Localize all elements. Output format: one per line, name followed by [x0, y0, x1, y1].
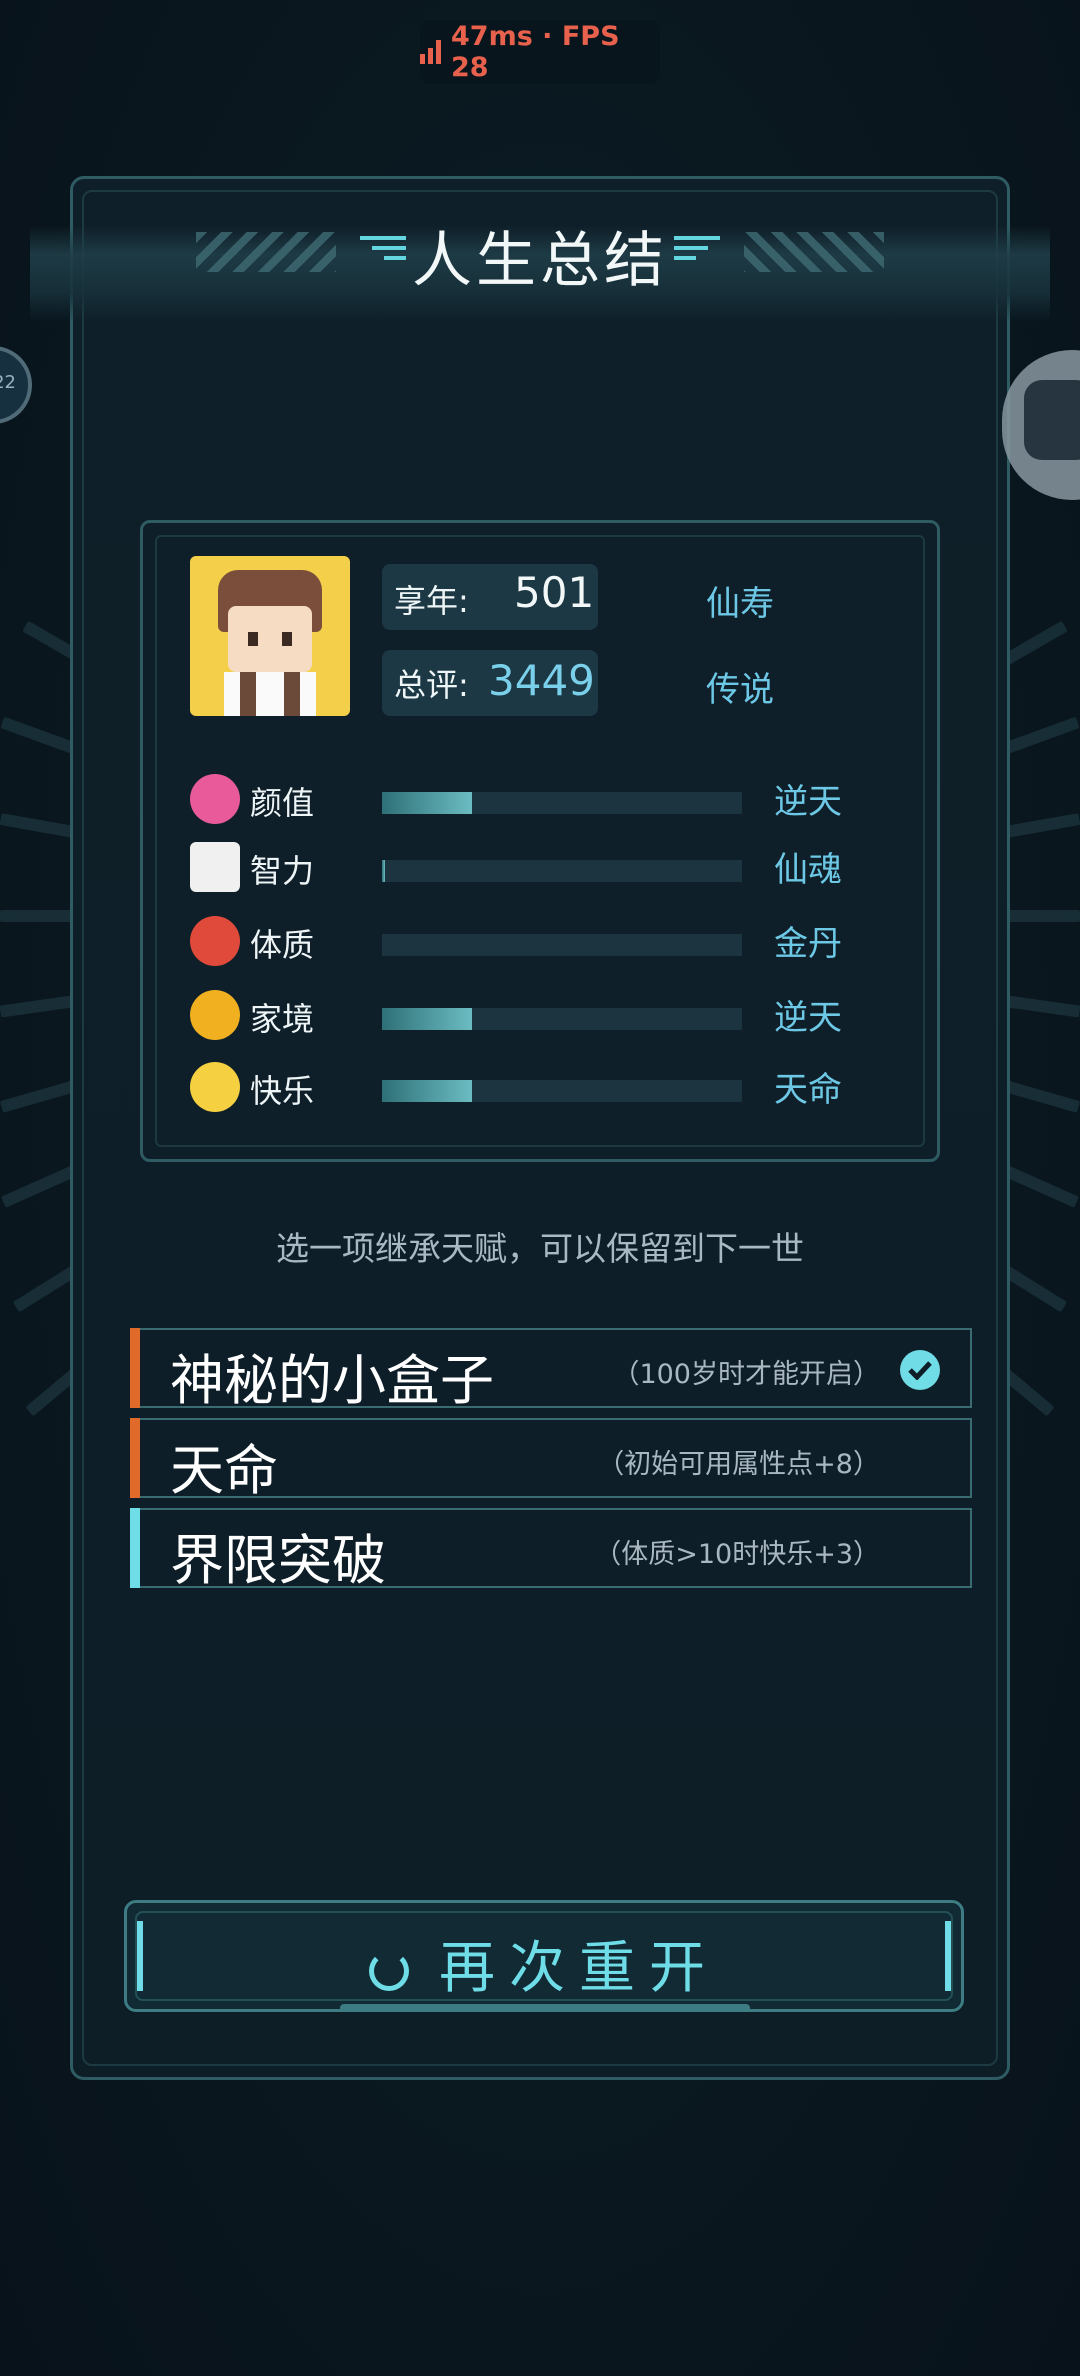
page-title: 人生总结 — [412, 226, 668, 296]
ray-decoration — [0, 1079, 81, 1113]
ray-decoration — [999, 1079, 1080, 1113]
attribute-bar — [382, 1008, 742, 1030]
restart-underline — [340, 2004, 750, 2012]
talent-desc: （100岁时才能开启） — [612, 1359, 880, 1390]
penguin-icon — [1024, 380, 1080, 460]
attribute-label: 智力 — [250, 852, 315, 890]
ray-decoration — [1001, 1164, 1079, 1208]
ray-decoration — [1, 1164, 79, 1208]
network-status: 47ms · FPS 28 — [420, 20, 660, 84]
ray-decoration — [0, 813, 81, 839]
attribute-label: 快乐 — [250, 1072, 315, 1110]
talent-stripe — [130, 1418, 140, 1498]
age-grade: 仙寿 — [706, 584, 774, 624]
ray-decoration — [1000, 716, 1080, 756]
score-label: 总评: — [394, 666, 469, 704]
inherit-hint: 选一项继承天赋，可以保留到下一世 — [276, 1229, 804, 1268]
attribute-grade: 仙魂 — [774, 850, 842, 890]
ping-text: 47ms · FPS 28 — [451, 21, 620, 83]
talent-option[interactable]: 界限突破 （体质>10时快乐+3） — [130, 1508, 972, 1592]
restart-button[interactable]: 再次重开 — [124, 1900, 964, 2012]
attribute-bar-fill — [382, 860, 385, 882]
talent-stripe — [130, 1328, 140, 1408]
attribute-bar-fill — [382, 1080, 472, 1102]
age-value: 501 — [514, 568, 595, 617]
age-label: 享年: — [394, 582, 469, 620]
ray-decoration — [0, 716, 80, 756]
attribute-label: 家境 — [250, 1000, 315, 1038]
attribute-label: 颜值 — [250, 784, 315, 822]
attribute-grade: 逆天 — [774, 998, 842, 1038]
game-screen: 47ms · FPS 28 22 人生总结 享年: 501 仙寿 总评: 3 — [0, 0, 1080, 2376]
signal-icon — [420, 40, 441, 64]
attribute-bar — [382, 934, 742, 956]
book-icon — [190, 842, 240, 892]
attribute-bar — [382, 792, 742, 814]
score-grade: 传说 — [706, 670, 774, 710]
talent-name: 神秘的小盒子 — [170, 1349, 494, 1412]
talent-name: 界限突破 — [170, 1529, 386, 1592]
character-avatar — [190, 556, 350, 716]
floating-left-button[interactable]: 22 — [0, 346, 32, 424]
attribute-grade: 逆天 — [774, 782, 842, 822]
talent-name: 天命 — [170, 1439, 278, 1502]
floating-left-badge: 22 — [0, 372, 16, 393]
sunglasses-face-icon — [190, 1062, 240, 1112]
talent-desc: （体质>10时快乐+3） — [594, 1539, 880, 1570]
floating-assistant-button[interactable] — [1002, 350, 1080, 500]
talent-desc: （初始可用属性点+8） — [597, 1449, 880, 1480]
check-icon — [900, 1350, 940, 1390]
ray-decoration — [999, 813, 1080, 839]
coin-icon — [190, 990, 240, 1040]
talent-option[interactable]: 天命 （初始可用属性点+8） — [130, 1418, 972, 1502]
talent-option[interactable]: 神秘的小盒子 （100岁时才能开启） — [130, 1328, 972, 1412]
attribute-bar — [382, 860, 742, 882]
talent-stripe — [130, 1508, 140, 1588]
bow-icon — [190, 774, 240, 824]
attribute-bar-fill — [382, 792, 472, 814]
attribute-label: 体质 — [250, 926, 315, 964]
ray-decoration — [999, 994, 1080, 1018]
ray-decoration — [0, 910, 80, 922]
attribute-grade: 天命 — [774, 1070, 842, 1110]
heart-icon — [190, 916, 240, 966]
score-value: 3449 — [488, 656, 595, 705]
attribute-bar-fill — [382, 1008, 472, 1030]
attribute-bar — [382, 1080, 742, 1102]
ray-decoration — [1000, 910, 1080, 922]
attribute-grade: 金丹 — [774, 924, 842, 964]
ray-decoration — [0, 994, 81, 1018]
refresh-icon — [369, 1951, 409, 1991]
restart-label: 再次重开 — [439, 1936, 719, 2001]
